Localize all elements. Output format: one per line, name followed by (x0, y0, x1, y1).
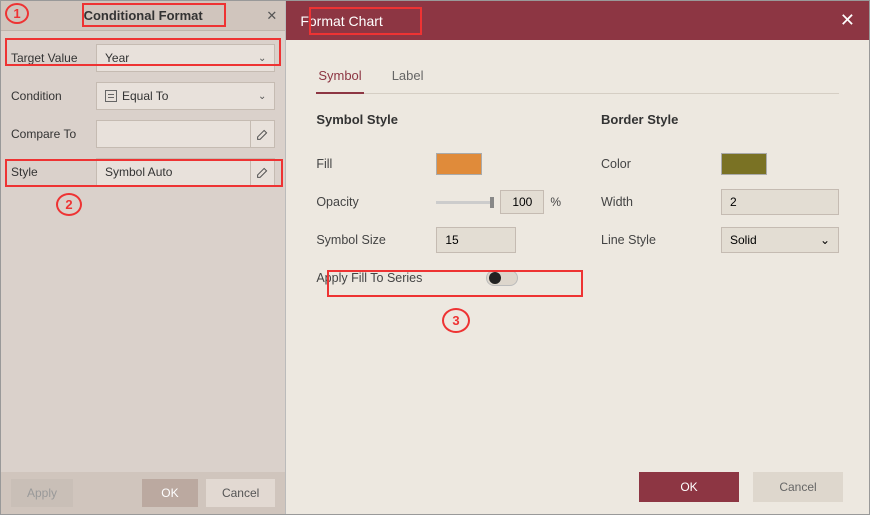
line-style-select[interactable]: Solid ⌄ (721, 227, 839, 253)
close-icon[interactable]: ✕ (266, 8, 277, 24)
cancel-button[interactable]: Cancel (753, 472, 843, 502)
tab-label[interactable]: Label (390, 62, 426, 93)
condition-row: Condition Equal To ⌄ (11, 77, 275, 115)
apply-fill-toggle[interactable] (486, 270, 518, 286)
compare-to-label: Compare To (11, 127, 96, 141)
target-value-select[interactable]: Year ⌄ (96, 44, 275, 72)
condition-text: Equal To (122, 89, 168, 103)
border-width-label: Width (601, 195, 721, 209)
symbol-style-heading: Symbol Style (316, 112, 561, 127)
border-color-label: Color (601, 157, 721, 171)
style-text: Symbol Auto (105, 165, 172, 179)
close-icon[interactable]: ✕ (840, 10, 855, 31)
edit-icon[interactable] (250, 121, 274, 147)
condition-label: Condition (11, 89, 96, 103)
symbol-size-label: Symbol Size (316, 233, 436, 247)
chevron-down-icon: ⌄ (258, 91, 266, 102)
ok-button[interactable]: OK (142, 479, 198, 507)
equal-to-icon (105, 90, 117, 102)
border-style-heading: Border Style (601, 112, 839, 127)
conditional-format-panel: Conditional Format ✕ Target Value Year ⌄… (1, 1, 285, 514)
style-label: Style (11, 165, 96, 179)
tab-symbol[interactable]: Symbol (316, 62, 363, 93)
opacity-input[interactable] (500, 190, 544, 214)
right-footer: OK Cancel (286, 459, 869, 514)
apply-fill-label: Apply Fill To Series (316, 271, 486, 285)
left-panel-header: Conditional Format ✕ (1, 1, 285, 31)
opacity-unit: % (550, 195, 561, 209)
fill-color-swatch[interactable] (436, 153, 482, 175)
cancel-button[interactable]: Cancel (206, 479, 275, 507)
edit-icon[interactable] (250, 159, 274, 185)
right-title: Format Chart (300, 13, 382, 29)
line-style-text: Solid (730, 233, 757, 247)
opacity-label: Opacity (316, 195, 436, 209)
chevron-down-icon: ⌄ (258, 53, 266, 64)
target-value-label: Target Value (11, 51, 96, 65)
chevron-down-icon: ⌄ (820, 233, 830, 247)
target-value-text: Year (105, 51, 129, 65)
border-style-column: Border Style Color Width Line Style Soli… (601, 112, 839, 297)
compare-to-input[interactable] (96, 120, 275, 148)
target-value-row: Target Value Year ⌄ (11, 39, 275, 77)
left-panel-title: Conditional Format (84, 8, 203, 23)
tabs: Symbol Label (316, 62, 839, 94)
left-footer: Apply OK Cancel (1, 472, 285, 514)
right-header: Format Chart ✕ (286, 1, 869, 40)
compare-to-row: Compare To (11, 115, 275, 153)
ok-button[interactable]: OK (639, 472, 739, 502)
style-input[interactable]: Symbol Auto (96, 158, 275, 186)
border-color-swatch[interactable] (721, 153, 767, 175)
fill-label: Fill (316, 157, 436, 171)
line-style-label: Line Style (601, 233, 721, 247)
opacity-slider[interactable] (436, 201, 494, 204)
condition-select[interactable]: Equal To ⌄ (96, 82, 275, 110)
symbol-style-column: Symbol Style Fill Opacity % (316, 112, 561, 297)
style-row: Style Symbol Auto (11, 153, 275, 191)
symbol-size-input[interactable] (436, 227, 516, 253)
format-chart-dialog: Format Chart ✕ Symbol Label Symbol Style… (285, 1, 869, 514)
border-width-input[interactable] (721, 189, 839, 215)
apply-button[interactable]: Apply (11, 479, 73, 507)
